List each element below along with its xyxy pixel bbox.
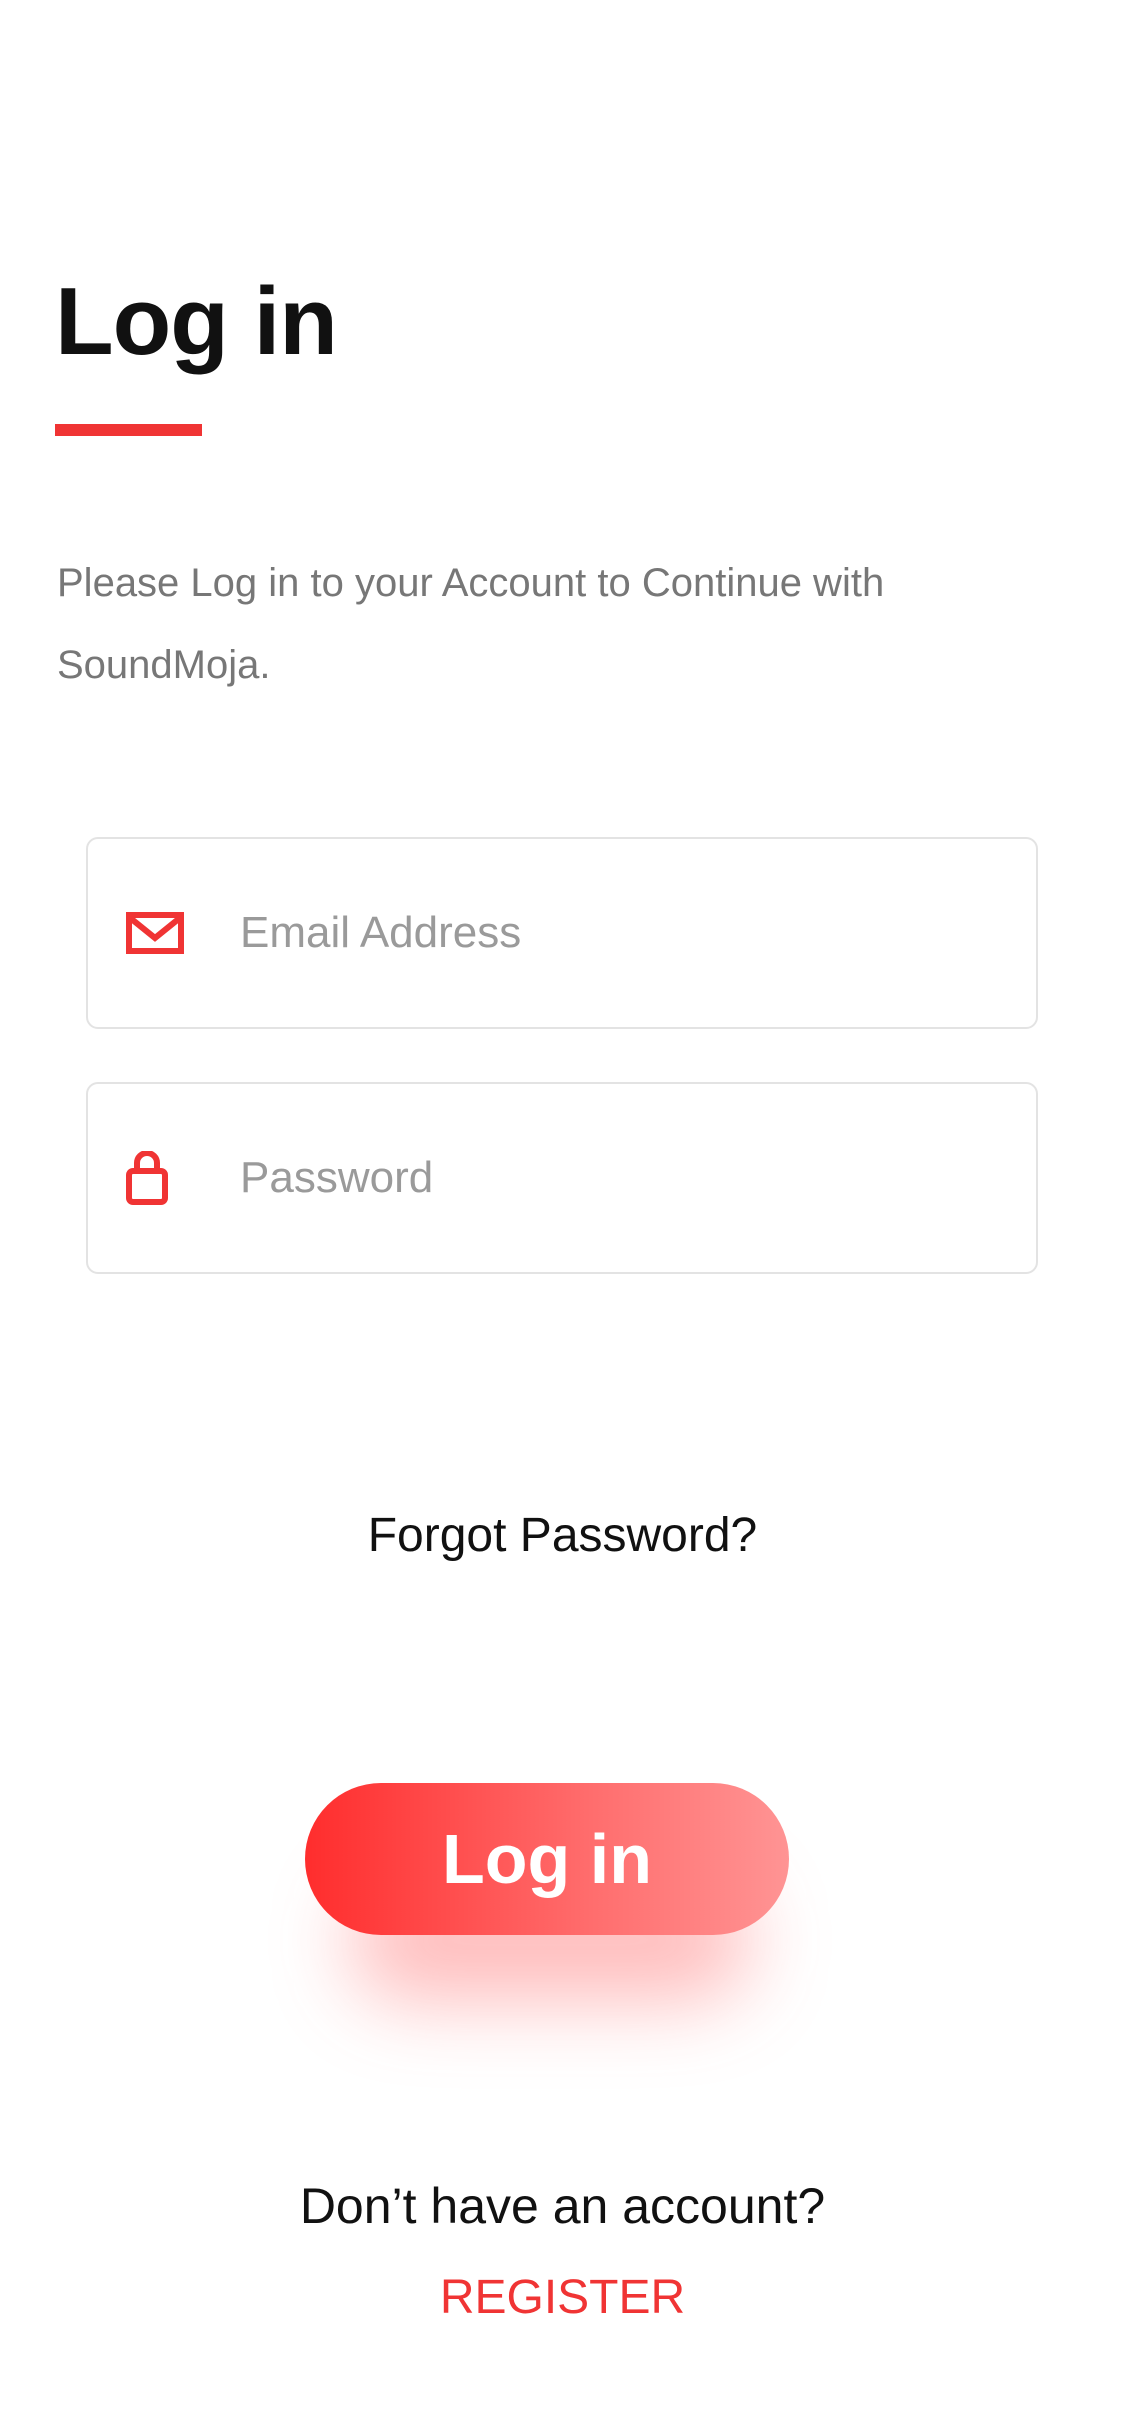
- no-account-prompt: Don’t have an account?: [299, 2178, 826, 2234]
- title-underline: [55, 424, 202, 436]
- login-button[interactable]: Log in: [305, 1783, 789, 1935]
- envelope-icon: [126, 912, 184, 954]
- password-input[interactable]: [238, 1084, 1006, 1272]
- email-field[interactable]: [86, 837, 1038, 1029]
- lock-icon: [126, 1151, 168, 1205]
- password-field[interactable]: [86, 1082, 1038, 1274]
- page-subtitle: Please Log in to your Account to Continu…: [57, 561, 885, 687]
- register-link[interactable]: REGISTER: [0, 2268, 1125, 2328]
- forgot-password-link[interactable]: Forgot Password?: [0, 1506, 1125, 1566]
- page-title: Log in: [55, 268, 338, 375]
- email-input[interactable]: [238, 839, 1006, 1027]
